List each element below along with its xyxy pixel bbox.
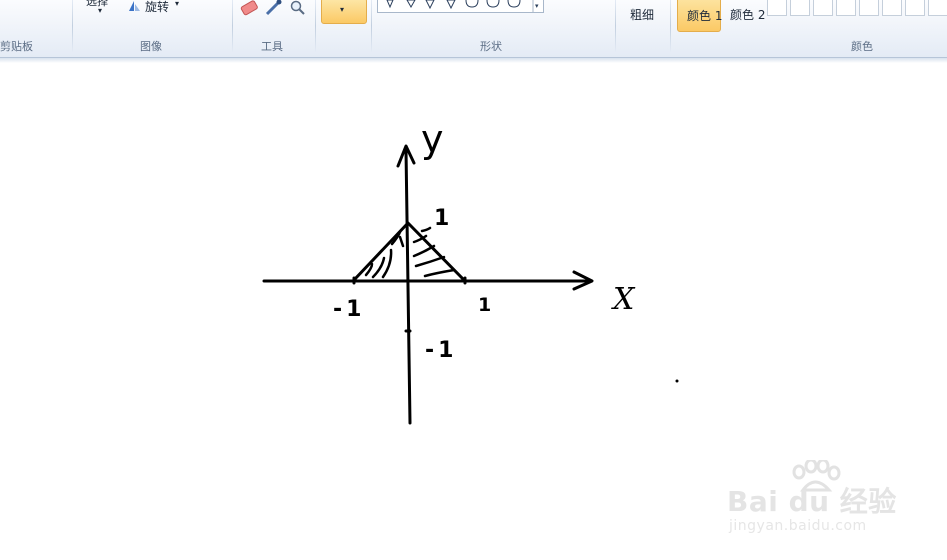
baidu-watermark: Bai du 经验 jingyan.baidu.com: [727, 460, 907, 540]
watermark-url: jingyan.baidu.com: [729, 518, 867, 534]
y-axis-line: [404, 148, 412, 425]
tick-y-neg-label: -1: [425, 338, 458, 363]
x-axis-label: X: [613, 282, 635, 317]
watermark-brand: Bai du 经验: [727, 485, 897, 518]
tick-x-neg-label: -1: [333, 297, 366, 322]
y-axis-label: y: [421, 117, 444, 161]
triangle-outline: [352, 221, 467, 283]
tick-y-pos-label: 1: [434, 206, 450, 231]
stray-dot: [675, 379, 679, 383]
tick-x-pos-label: 1: [478, 294, 492, 316]
